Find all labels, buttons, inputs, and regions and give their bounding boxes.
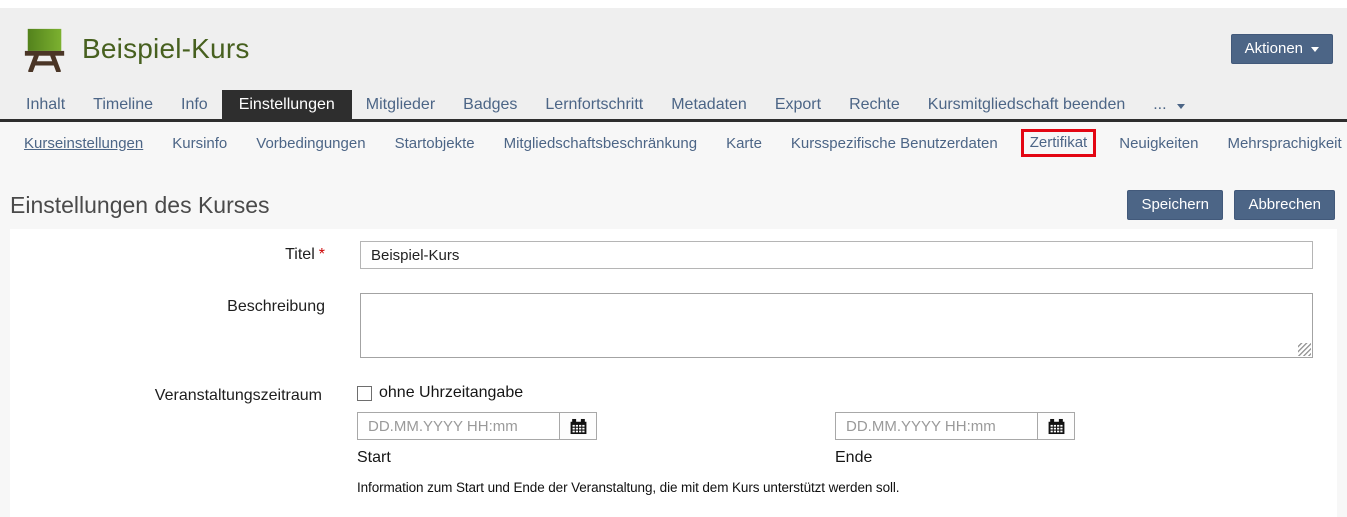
calendar-icon (1047, 417, 1066, 436)
form-toolbar: Einstellungen des Kurses Speichern Abbre… (10, 190, 1335, 220)
header: Beispiel-Kurs Aktionen (0, 8, 1347, 90)
start-calendar-button[interactable] (559, 412, 597, 440)
event-period-label: Veranstaltungszeitraum (10, 382, 357, 495)
masthead: Beispiel-Kurs Aktionen Inhalt Timeline I… (0, 8, 1347, 122)
subtab-bar: Kurseinstellungen Kursinfo Vorbedingunge… (0, 122, 1347, 167)
subtab-mehrsprachigkeit[interactable]: Mehrsprachigkeit (1227, 135, 1341, 152)
tab-mitglieder[interactable]: Mitglieder (352, 90, 449, 119)
description-label: Beschreibung (10, 293, 360, 358)
tab-inhalt[interactable]: Inhalt (12, 90, 79, 119)
description-textarea[interactable] (360, 293, 1313, 358)
speichern-button[interactable]: Speichern (1127, 190, 1223, 220)
tab-kursmitgliedschaft-beenden[interactable]: Kursmitgliedschaft beenden (914, 90, 1139, 119)
description-textarea-wrap (360, 293, 1313, 358)
subtab-mitgliedschaftsbeschraenkung[interactable]: Mitgliedschaftsbeschränkung (504, 135, 697, 152)
course-settings-page: Beispiel-Kurs Aktionen Inhalt Timeline I… (0, 0, 1347, 517)
tab-timeline[interactable]: Timeline (79, 90, 167, 119)
end-date-group (835, 412, 1075, 440)
top-strip (0, 0, 1347, 8)
tab-metadaten[interactable]: Metadaten (657, 90, 761, 119)
tab-einstellungen[interactable]: Einstellungen (222, 90, 352, 119)
description-row: Beschreibung (10, 293, 1337, 358)
end-label: Ende (835, 449, 1313, 467)
start-date-group (357, 412, 597, 440)
subtab-neuigkeiten[interactable]: Neuigkeiten (1119, 135, 1198, 152)
tab-info[interactable]: Info (167, 90, 222, 119)
end-date-column: Ende (835, 412, 1313, 467)
no-time-checkbox-label: ohne Uhrzeitangabe (379, 384, 523, 402)
aktionen-button-label: Aktionen (1245, 40, 1303, 58)
tab-more-label: ... (1153, 96, 1166, 113)
event-period-row: Veranstaltungszeitraum ohne Uhrzeitangab… (10, 382, 1337, 495)
aktionen-button[interactable]: Aktionen (1231, 34, 1333, 64)
subtab-kursinfo[interactable]: Kursinfo (172, 135, 227, 152)
title-input[interactable] (360, 241, 1313, 269)
description-field-wrap (360, 293, 1337, 358)
tab-more[interactable]: ... (1139, 90, 1199, 119)
event-period-field-wrap: ohne Uhrzeitangabe (357, 382, 1337, 495)
section-heading: Einstellungen des Kurses (10, 192, 270, 219)
tab-badges[interactable]: Badges (449, 90, 531, 119)
resize-handle-icon[interactable] (1298, 343, 1311, 356)
subtab-kurseinstellungen[interactable]: Kurseinstellungen (24, 135, 143, 152)
caret-down-icon (1311, 47, 1319, 52)
end-calendar-button[interactable] (1037, 412, 1075, 440)
course-easel-icon (22, 26, 68, 72)
subtab-kursspezifische-benutzerdaten[interactable]: Kursspezifische Benutzerdaten (791, 135, 998, 152)
date-columns: Start (357, 412, 1313, 467)
no-time-checkbox[interactable] (357, 386, 372, 401)
subtab-vorbedingungen[interactable]: Vorbedingungen (256, 135, 365, 152)
tab-export[interactable]: Export (761, 90, 835, 119)
subtab-startobjekte[interactable]: Startobjekte (395, 135, 475, 152)
subtab-karte[interactable]: Karte (726, 135, 762, 152)
settings-form-panel: Titel* Beschreibung Veranstaltungszeitra… (10, 229, 1337, 517)
tab-rechte[interactable]: Rechte (835, 90, 914, 119)
page-title: Beispiel-Kurs (82, 33, 250, 65)
no-time-checkbox-line: ohne Uhrzeitangabe (357, 384, 1313, 402)
calendar-icon (569, 417, 588, 436)
start-label: Start (357, 449, 835, 467)
title-row: Titel* (10, 241, 1337, 269)
start-date-input[interactable] (357, 412, 559, 440)
title-field-wrap (360, 241, 1337, 269)
required-marker: * (319, 246, 325, 263)
tab-lernfortschritt[interactable]: Lernfortschritt (531, 90, 657, 119)
title-label: Titel* (10, 241, 360, 269)
event-period-info-text: Information zum Start und Ende der Veran… (357, 480, 1313, 495)
start-date-column: Start (357, 412, 835, 467)
toolbar-buttons: Speichern Abbrechen (1120, 190, 1335, 220)
abbrechen-button[interactable]: Abbrechen (1234, 190, 1335, 220)
end-date-input[interactable] (835, 412, 1037, 440)
zertifikat-highlight-box: Zertifikat (1021, 129, 1097, 157)
caret-down-icon (1177, 104, 1185, 109)
subtab-zertifikat[interactable]: Zertifikat (1030, 134, 1088, 151)
tab-bar: Inhalt Timeline Info Einstellungen Mitgl… (0, 90, 1347, 122)
title-label-text: Titel (285, 246, 315, 263)
